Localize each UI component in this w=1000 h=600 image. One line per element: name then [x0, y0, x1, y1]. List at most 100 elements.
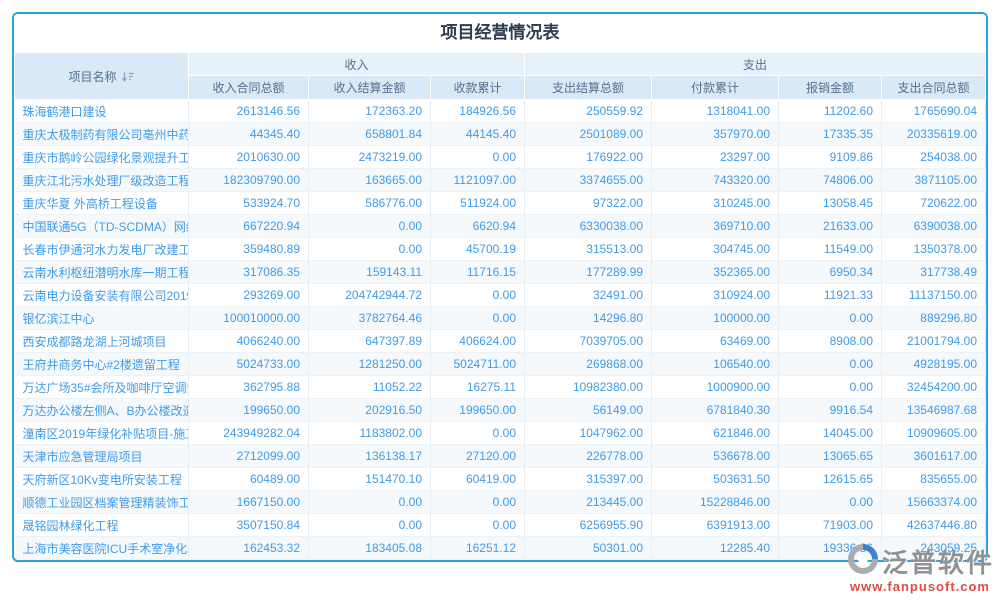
table-row[interactable]: 重庆市鹅岭公园绿化景观提升工程施2010630.002473219.000.00… — [15, 146, 986, 169]
value-cell: 11716.15 — [431, 261, 525, 284]
column-header-project-name[interactable]: 项目名称 — [15, 53, 189, 100]
value-cell: 310245.00 — [652, 192, 779, 215]
table-row[interactable]: 中国联通5G（TD-SCDMA）网络三期667220.940.006620.94… — [15, 215, 986, 238]
table-row[interactable]: 重庆华夏 外高桥工程设备533924.70586776.00511924.009… — [15, 192, 986, 215]
value-cell: 151470.10 — [309, 468, 431, 491]
value-cell: 0.00 — [431, 284, 525, 307]
value-cell: 11052.22 — [309, 376, 431, 399]
column-group-expense: 支出 — [525, 53, 986, 76]
table-row[interactable]: 潼南区2019年绿化补贴项目-施工24243949282.041183802.0… — [15, 422, 986, 445]
value-cell: 720622.00 — [882, 192, 986, 215]
value-cell: 6391913.00 — [652, 514, 779, 537]
table-row[interactable]: 西安成都路龙湖上河城项目4066240.00647397.89406624.00… — [15, 330, 986, 353]
value-cell: 184926.56 — [431, 100, 525, 123]
value-cell: 0.00 — [779, 491, 882, 514]
value-cell: 14045.00 — [779, 422, 882, 445]
project-name-cell: 重庆华夏 外高桥工程设备 — [15, 192, 189, 215]
value-cell: 1183802.00 — [309, 422, 431, 445]
project-name-cell: 珠海鹤港口建设 — [15, 100, 189, 123]
value-cell: 293269.00 — [189, 284, 309, 307]
value-cell: 317086.35 — [189, 261, 309, 284]
table-row[interactable]: 重庆江北污水处理厂级改造工程-道路182309790.00163665.0011… — [15, 169, 986, 192]
value-cell: 406624.00 — [431, 330, 525, 353]
table-row[interactable]: 重庆太极制药有限公司亳州中药材十44345.40658801.8444145.4… — [15, 123, 986, 146]
column-header-receipts-accumulated: 收款累计 — [431, 76, 525, 100]
table-body: 珠海鹤港口建设2613146.56172363.20184926.5625055… — [15, 100, 986, 560]
value-cell: 586776.00 — [309, 192, 431, 215]
value-cell: 1350378.00 — [882, 238, 986, 261]
value-cell: 45700.19 — [431, 238, 525, 261]
fanpu-logo-icon — [846, 542, 880, 581]
table-row[interactable]: 珠海鹤港口建设2613146.56172363.20184926.5625055… — [15, 100, 986, 123]
table-row[interactable]: 上海市美容医院ICU手术室净化工程162453.32183405.0816251… — [15, 537, 986, 560]
value-cell: 226778.00 — [525, 445, 652, 468]
value-cell: 743320.00 — [652, 169, 779, 192]
value-cell: 835655.00 — [882, 468, 986, 491]
value-cell: 10909605.00 — [882, 422, 986, 445]
value-cell: 213445.00 — [525, 491, 652, 514]
value-cell: 0.00 — [431, 422, 525, 445]
sort-icon[interactable] — [122, 71, 135, 82]
value-cell: 27120.00 — [431, 445, 525, 468]
value-cell: 359480.89 — [189, 238, 309, 261]
column-header-reimbursement-amount: 报销金额 — [779, 76, 882, 100]
value-cell: 13065.65 — [779, 445, 882, 468]
value-cell: 1121097.00 — [431, 169, 525, 192]
value-cell: 621846.00 — [652, 422, 779, 445]
table-row[interactable]: 云南水利枢纽潜明水库一期工程施工317086.35159143.1111716.… — [15, 261, 986, 284]
value-cell: 56149.00 — [525, 399, 652, 422]
value-cell: 352365.00 — [652, 261, 779, 284]
value-cell: 106540.00 — [652, 353, 779, 376]
value-cell: 658801.84 — [309, 123, 431, 146]
project-name-cell: 长春市伊通河水力发电厂改建工程 — [15, 238, 189, 261]
value-cell: 0.00 — [431, 514, 525, 537]
value-cell: 11137150.00 — [882, 284, 986, 307]
value-cell: 269868.00 — [525, 353, 652, 376]
project-name-cell: 潼南区2019年绿化补贴项目-施工24 — [15, 422, 189, 445]
value-cell: 667220.94 — [189, 215, 309, 238]
value-cell: 362795.88 — [189, 376, 309, 399]
value-cell: 23297.00 — [652, 146, 779, 169]
value-cell: 533924.70 — [189, 192, 309, 215]
project-name-cell: 万达广场35#会所及咖啡厅空调安装 — [15, 376, 189, 399]
value-cell: 4928195.00 — [882, 353, 986, 376]
table-row[interactable]: 顺德工业园区档案管理精装饰工程1667150.000.000.00213445.… — [15, 491, 986, 514]
value-cell: 1000900.00 — [652, 376, 779, 399]
value-cell: 6330038.00 — [525, 215, 652, 238]
project-name-cell: 西安成都路龙湖上河城项目 — [15, 330, 189, 353]
value-cell: 63469.00 — [652, 330, 779, 353]
table-row[interactable]: 银亿滨江中心100010000.003782764.460.0014296.80… — [15, 307, 986, 330]
value-cell: 202916.50 — [309, 399, 431, 422]
table-row[interactable]: 天府新区10Kv变电所安装工程60489.00151470.1060419.00… — [15, 468, 986, 491]
brand-watermark: 泛普软件 www.fanpusoft.com — [846, 542, 994, 594]
value-cell: 254038.00 — [882, 146, 986, 169]
value-cell: 74806.00 — [779, 169, 882, 192]
value-cell: 3374655.00 — [525, 169, 652, 192]
table-row[interactable]: 万达广场35#会所及咖啡厅空调安装362795.8811052.2216275.… — [15, 376, 986, 399]
table-row[interactable]: 王府井商务中心#2楼遗留工程5024733.001281250.00502471… — [15, 353, 986, 376]
table-row[interactable]: 晟铭园林绿化工程3507150.840.000.006256955.906391… — [15, 514, 986, 537]
value-cell: 2473219.00 — [309, 146, 431, 169]
column-header-expense-contract-total: 支出合同总额 — [882, 76, 986, 100]
value-cell: 16251.12 — [431, 537, 525, 560]
project-name-cell: 万达办公楼左侧A、B办公楼改造建设 — [15, 399, 189, 422]
value-cell: 44345.40 — [189, 123, 309, 146]
value-cell: 44145.40 — [431, 123, 525, 146]
value-cell: 315513.00 — [525, 238, 652, 261]
project-name-cell: 重庆市鹅岭公园绿化景观提升工程施 — [15, 146, 189, 169]
value-cell: 511924.00 — [431, 192, 525, 215]
value-cell: 0.00 — [309, 514, 431, 537]
value-cell: 11549.00 — [779, 238, 882, 261]
value-cell: 136138.17 — [309, 445, 431, 468]
table-row[interactable]: 万达办公楼左侧A、B办公楼改造建设199650.00202916.5019965… — [15, 399, 986, 422]
value-cell: 13546987.68 — [882, 399, 986, 422]
value-cell: 6256955.90 — [525, 514, 652, 537]
table-row[interactable]: 云南电力设备安装有限公司2019--20293269.00204742944.7… — [15, 284, 986, 307]
table-row[interactable]: 天津市应急管理局项目2712099.00136138.1727120.00226… — [15, 445, 986, 468]
project-name-cell: 顺德工业园区档案管理精装饰工程 — [15, 491, 189, 514]
value-cell: 163665.00 — [309, 169, 431, 192]
value-cell: 1765690.04 — [882, 100, 986, 123]
table-row[interactable]: 长春市伊通河水力发电厂改建工程359480.890.0045700.193155… — [15, 238, 986, 261]
value-cell: 12615.65 — [779, 468, 882, 491]
value-cell: 20335619.00 — [882, 123, 986, 146]
